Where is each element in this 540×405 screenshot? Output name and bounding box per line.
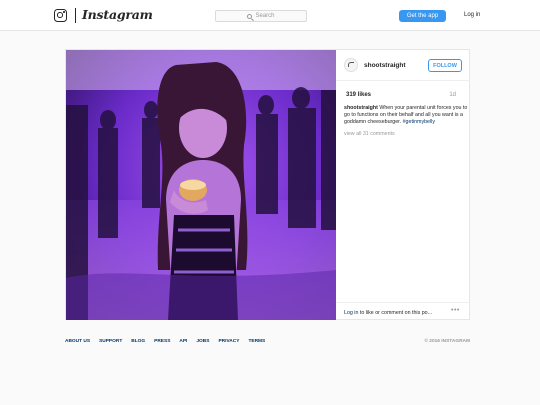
instagram-glyph-icon[interactable] bbox=[54, 9, 67, 22]
footer-link-about-us[interactable]: ABOUT US bbox=[65, 339, 90, 344]
footer-link-blog[interactable]: BLOG bbox=[131, 339, 145, 344]
footer-link-terms[interactable]: TERMS bbox=[248, 339, 265, 344]
footer-link-support[interactable]: SUPPORT bbox=[99, 339, 122, 344]
top-navigation-bar: Instagram Search Get the app Log in bbox=[0, 0, 540, 31]
post-card: shootstraight FOLLOW 319 likes 1d shoots… bbox=[65, 49, 470, 320]
footer-link-privacy[interactable]: PRIVACY bbox=[218, 339, 239, 344]
post-age[interactable]: 1d bbox=[449, 92, 456, 98]
post-sidebar: shootstraight FOLLOW 319 likes 1d shoots… bbox=[336, 50, 470, 320]
post-actions-bar: Log in to like or comment on this po... … bbox=[336, 302, 470, 320]
search-input[interactable]: Search bbox=[215, 10, 307, 22]
footer-link-api[interactable]: API bbox=[179, 339, 187, 344]
avatar[interactable] bbox=[344, 58, 358, 72]
footer-nav: ABOUT US SUPPORT BLOG PRESS API JOBS PRI… bbox=[65, 339, 265, 344]
instagram-wordmark-logo[interactable]: Instagram bbox=[82, 7, 153, 22]
post-photo[interactable] bbox=[66, 50, 336, 320]
login-to-comment: Log in to like or comment on this po... bbox=[344, 310, 432, 316]
search-icon bbox=[247, 13, 253, 19]
post-username[interactable]: shootstraight bbox=[364, 62, 406, 69]
get-the-app-button[interactable]: Get the app bbox=[399, 10, 446, 22]
post-caption: shootstraight When your parental unit fo… bbox=[344, 105, 468, 127]
logo-divider bbox=[75, 8, 76, 23]
comment-prompt-text: to like or comment on this po... bbox=[358, 310, 433, 316]
footer-link-jobs[interactable]: JOBS bbox=[196, 339, 209, 344]
caption-hashtag[interactable]: #getinmybelly bbox=[403, 119, 435, 125]
copyright-text: © 2016 INSTAGRAM bbox=[424, 339, 470, 344]
login-to-comment-link[interactable]: Log in bbox=[344, 310, 358, 316]
footer-link-press[interactable]: PRESS bbox=[154, 339, 170, 344]
view-all-comments-link[interactable]: view all 31 comments bbox=[344, 131, 395, 137]
more-options-icon[interactable]: ••• bbox=[451, 307, 460, 314]
post-photo-image bbox=[66, 50, 336, 320]
follow-button[interactable]: FOLLOW bbox=[428, 59, 462, 72]
post-header: shootstraight FOLLOW bbox=[336, 50, 470, 81]
likes-count[interactable]: 319 likes bbox=[346, 92, 371, 98]
login-link[interactable]: Log in bbox=[464, 12, 480, 18]
search-placeholder: Search bbox=[255, 13, 275, 19]
caption-username[interactable]: shootstraight bbox=[344, 105, 378, 111]
